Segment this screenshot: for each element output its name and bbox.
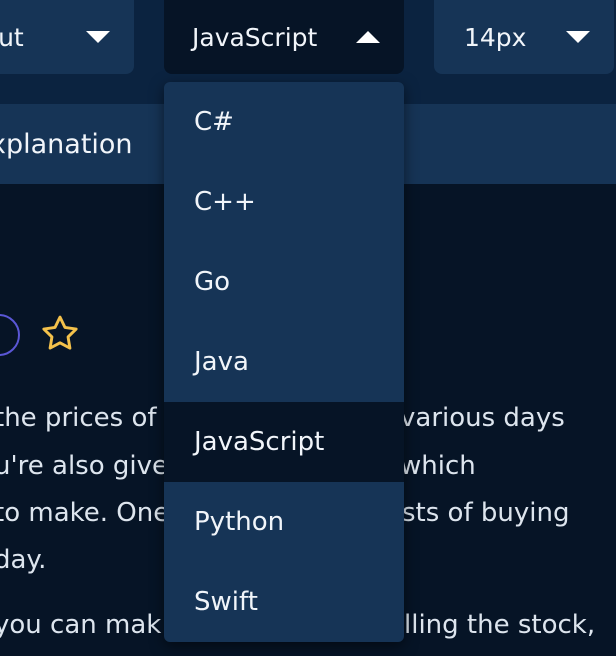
problem-text-left: to make. One [0,498,170,528]
tab-explanation[interactable]: xplanation [0,104,133,184]
language-option-label: Python [194,507,285,537]
language-option-javascript[interactable]: JavaScript [164,402,404,482]
language-select-value: JavaScript [192,22,318,52]
problem-text-line: you can mak [0,612,161,638]
chevron-down-icon [86,31,110,43]
chevron-up-icon [356,31,380,43]
language-dropdown-menu: C# C++ Go Java JavaScript Python Swift [164,82,404,642]
problem-text-line: sts of buying [402,500,569,526]
language-option-label: C++ [194,187,256,217]
language-select[interactable]: JavaScript [164,0,404,74]
language-option-csharp[interactable]: C# [164,82,404,162]
problem-text-left: u're also give [0,451,168,481]
language-option-label: Swift [194,587,258,617]
editor-screen: yout JavaScript 14px xplanation the pric… [0,0,616,656]
font-size-select-value: 14px [464,22,527,52]
tab-explanation-label: xplanation [0,128,133,160]
language-option-label: Java [194,347,249,377]
layout-select-value: yout [0,22,24,52]
language-option-swift[interactable]: Swift [164,562,404,642]
font-size-select[interactable]: 14px [434,0,614,74]
problem-text-left: you can mak [0,610,162,640]
problem-text-line: various days [400,405,565,431]
problem-text-line: the prices of [0,405,157,431]
problem-text-line: to make. One [0,500,169,526]
star-icon[interactable] [38,312,82,356]
problem-text-left: the prices of [0,403,157,433]
language-option-python[interactable]: Python [164,482,404,562]
problem-text-right: sts of buying [402,498,570,528]
language-option-go[interactable]: Go [164,242,404,322]
problem-text-line: lling the stock, [404,612,595,638]
chevron-down-icon [566,31,590,43]
problem-text-right: which [400,451,476,481]
language-option-java[interactable]: Java [164,322,404,402]
language-option-label: Go [194,267,231,297]
problem-text-left: day. [0,545,47,575]
language-option-label: JavaScript [194,427,325,457]
problem-text-right: lling the stock, [404,610,596,640]
problem-text-right: various days [400,403,565,433]
problem-text-line: u're also give [0,453,168,479]
language-option-cpp[interactable]: C++ [164,162,404,242]
circle-icon[interactable] [0,314,20,356]
language-option-label: C# [194,107,234,137]
problem-text-line: day. [0,547,46,573]
problem-text-line: which [400,453,476,479]
layout-select[interactable]: yout [0,0,134,74]
